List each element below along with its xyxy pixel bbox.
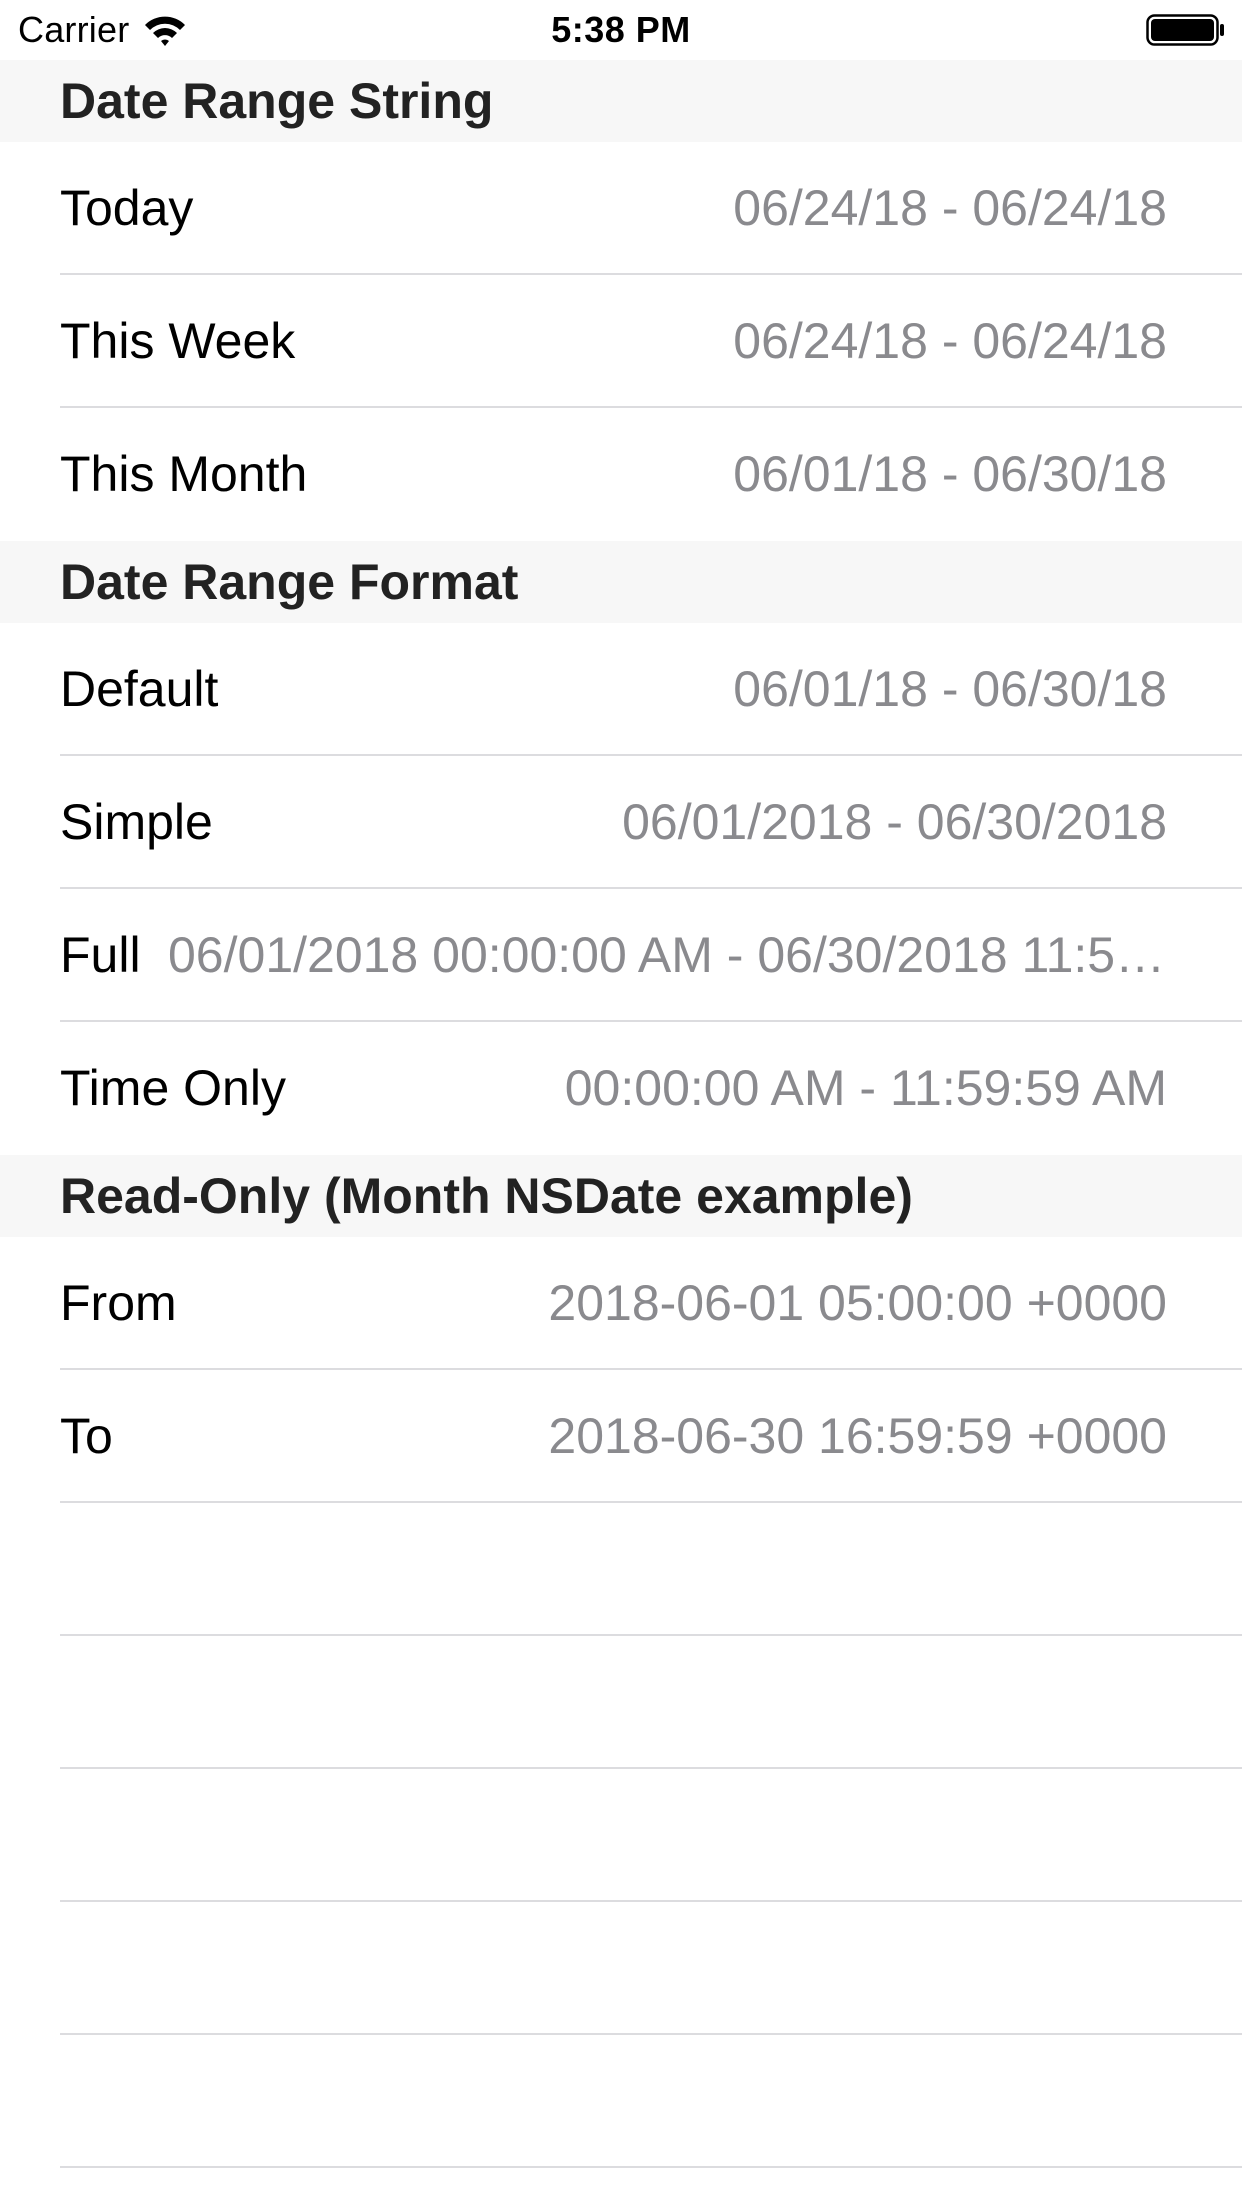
row-value: 00:00:00 AM - 11:59:59 AM [564,1060,1167,1116]
section-header: Date Range String [0,60,1242,142]
section-header: Date Range Format [0,541,1242,623]
table-row[interactable]: This Week 06/24/18 - 06/24/18 [0,275,1242,408]
row-value: 06/01/18 - 06/30/18 [733,661,1167,717]
row-value: 06/01/2018 - 06/30/2018 [622,794,1167,850]
row-label: This Month [60,446,308,502]
table-row[interactable]: To 2018-06-30 16:59:59 +0000 [0,1370,1242,1503]
row-label: Today [60,180,194,236]
battery-icon [1146,14,1224,46]
empty-row [0,1636,1242,1769]
row-label: To [60,1408,113,1464]
table-row[interactable]: Default 06/01/18 - 06/30/18 [0,623,1242,756]
empty-row [0,1902,1242,2035]
empty-row [0,1503,1242,1636]
row-value: 2018-06-30 16:59:59 +0000 [548,1408,1167,1464]
empty-row [0,2035,1242,2168]
row-label: This Week [60,313,296,369]
table-row[interactable]: Today 06/24/18 - 06/24/18 [0,142,1242,275]
section-title: Read-Only (Month NSDate example) [60,1168,913,1224]
row-value: 2018-06-01 05:00:00 +0000 [548,1275,1167,1331]
row-label: Time Only [60,1060,286,1116]
table-row[interactable]: Simple 06/01/2018 - 06/30/2018 [0,756,1242,889]
row-label: Default [60,661,219,717]
settings-table: Date Range String Today 06/24/18 - 06/24… [0,60,1242,2168]
section-header: Read-Only (Month NSDate example) [0,1155,1242,1237]
status-bar: Carrier 5:38 PM [0,0,1242,60]
row-value: 06/01/2018 00:00:00 AM - 06/30/2018 11:5… [168,927,1167,983]
status-time: 5:38 PM [551,9,691,50]
section-title: Date Range String [60,73,494,129]
table-row[interactable]: Full 06/01/2018 00:00:00 AM - 06/30/2018… [0,889,1242,1022]
row-label: Full [60,927,141,983]
row-value: 06/24/18 - 06/24/18 [733,180,1167,236]
section-title: Date Range Format [60,554,519,610]
table-row[interactable]: This Month 06/01/18 - 06/30/18 [0,408,1242,541]
row-label: Simple [60,794,213,850]
table-row[interactable]: Time Only 00:00:00 AM - 11:59:59 AM [0,1022,1242,1155]
row-value: 06/01/18 - 06/30/18 [733,446,1167,502]
table-row[interactable]: From 2018-06-01 05:00:00 +0000 [0,1237,1242,1370]
row-label: From [60,1275,177,1331]
empty-row [0,1769,1242,1902]
row-value: 06/24/18 - 06/24/18 [733,313,1167,369]
